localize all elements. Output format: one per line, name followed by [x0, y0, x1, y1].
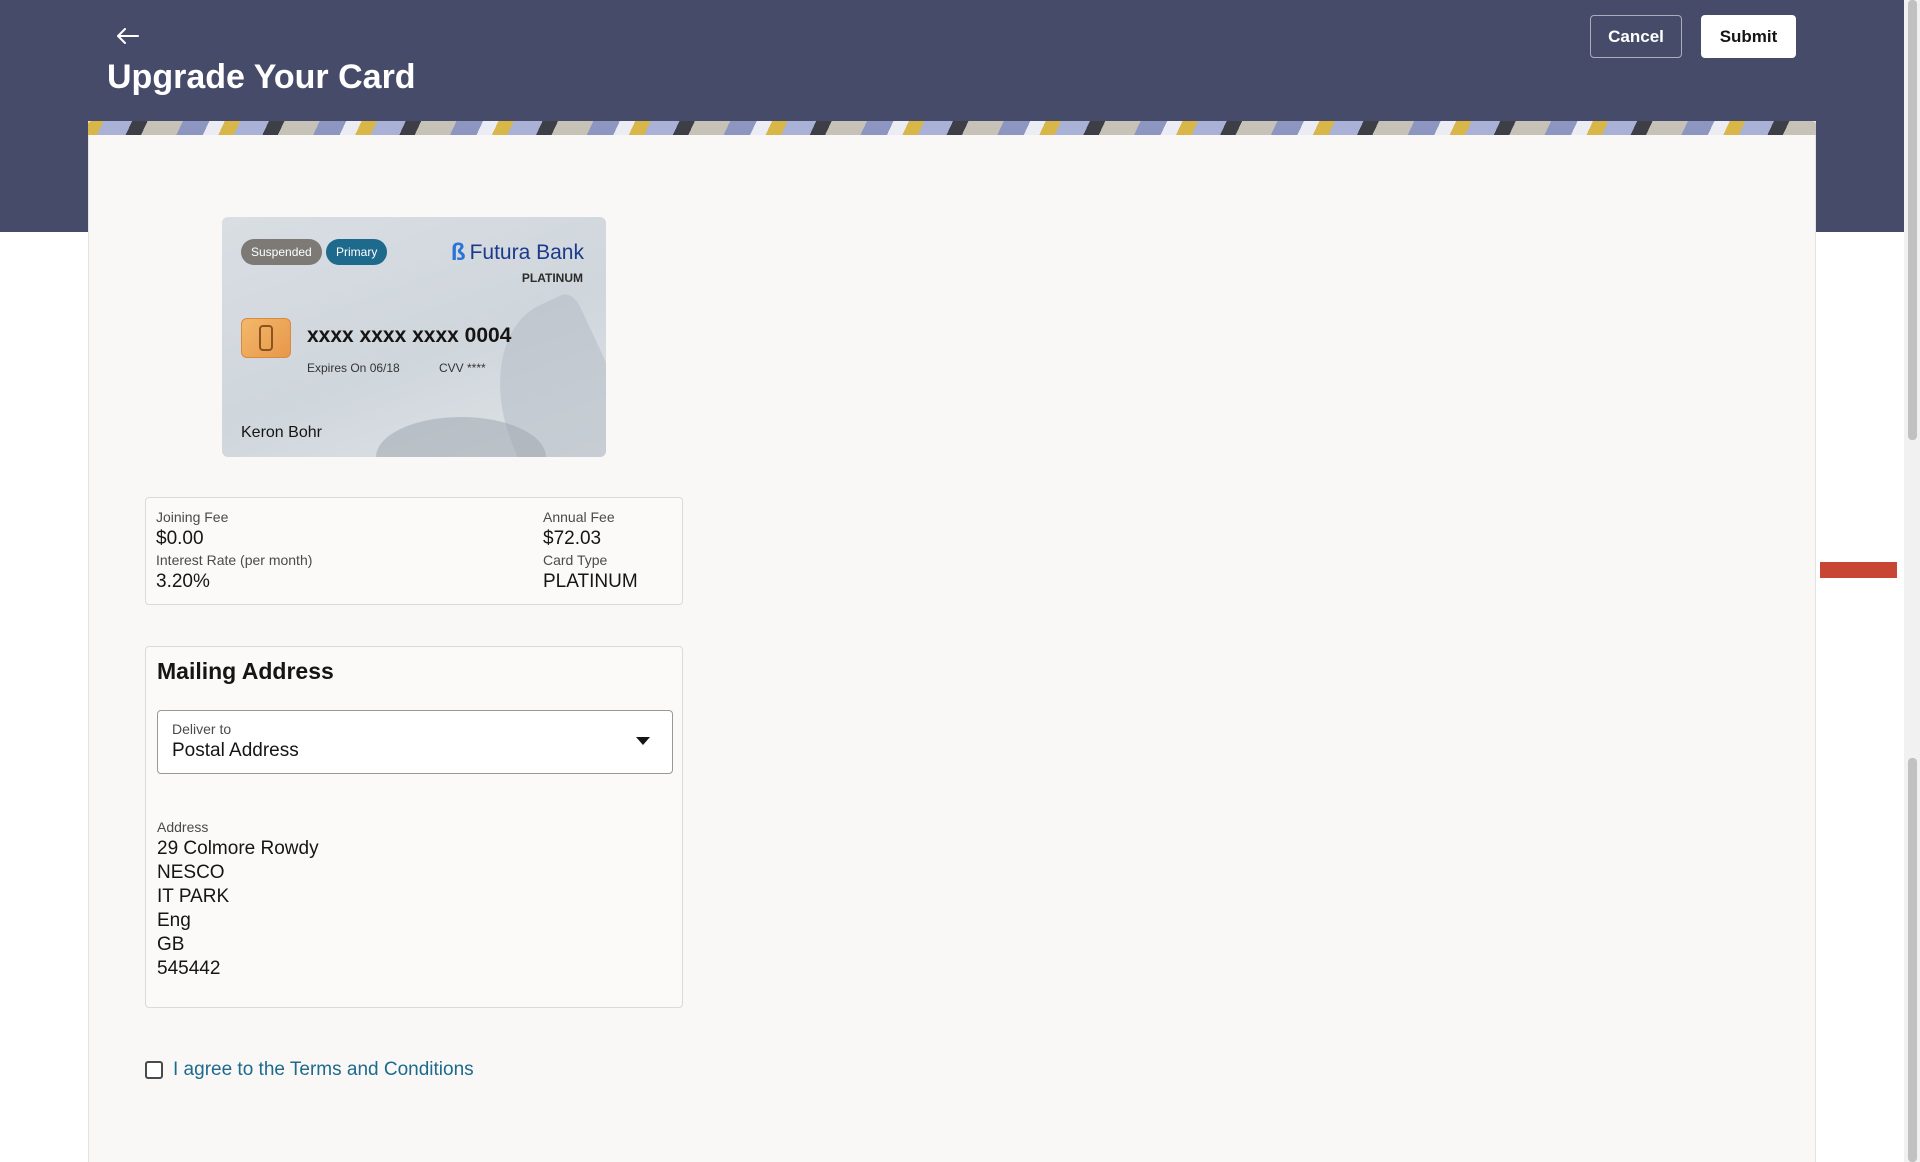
- status-badge: Suspended: [241, 239, 322, 265]
- joining-fee-label: Joining Fee: [156, 509, 229, 525]
- interest-rate-value: 3.20%: [156, 571, 210, 592]
- joining-fee-value: $0.00: [156, 528, 204, 549]
- address-label: Address: [157, 819, 209, 835]
- terms-link[interactable]: I agree to the Terms and Conditions: [173, 1059, 474, 1081]
- decorative-banner: [88, 121, 1816, 135]
- address-line: 545442: [157, 958, 221, 979]
- deliver-to-value: Postal Address: [172, 740, 299, 761]
- terms-agreement[interactable]: I agree to the Terms and Conditions: [145, 1059, 474, 1081]
- scrollbar-thumb[interactable]: [1908, 758, 1917, 1162]
- back-button[interactable]: [112, 20, 144, 52]
- address-line: IT PARK: [157, 886, 230, 907]
- terms-checkbox[interactable]: [145, 1061, 163, 1079]
- address-line: 29 Colmore Rowdy: [157, 838, 319, 859]
- chevron-down-icon: [636, 737, 650, 745]
- page-title: Upgrade Your Card: [107, 58, 416, 96]
- fee-details: Joining Fee $0.00 Interest Rate (per mon…: [145, 497, 683, 605]
- scrollbar-thumb[interactable]: [1908, 0, 1917, 440]
- bank-name: Futura Bank: [469, 241, 584, 264]
- card-expiry: Expires On 06/18: [307, 361, 400, 375]
- address-line: GB: [157, 934, 185, 955]
- card-chip-icon: [241, 318, 291, 358]
- interest-rate-label: Interest Rate (per month): [156, 552, 313, 568]
- annual-fee-value: $72.03: [543, 528, 602, 549]
- bank-logo: ß Futura Bank: [451, 239, 584, 267]
- deliver-to-label: Deliver to: [172, 721, 232, 737]
- card-cvv: CVV ****: [439, 361, 486, 375]
- submit-button[interactable]: Submit: [1701, 15, 1796, 58]
- feedback-tab[interactable]: [1820, 562, 1897, 578]
- annual-fee-label: Annual Fee: [543, 509, 615, 525]
- page-scrollbar[interactable]: [1904, 0, 1920, 1162]
- card-tier: PLATINUM: [521, 271, 583, 285]
- card-holder-name: Keron Bohr: [241, 424, 322, 441]
- address-line: Eng: [157, 910, 191, 931]
- deliver-to-select[interactable]: Deliver to Postal Address: [157, 710, 673, 774]
- mailing-address-section: Mailing Address Deliver to Postal Addres…: [145, 646, 683, 1008]
- arrow-left-icon: [117, 28, 139, 44]
- cancel-button[interactable]: Cancel: [1590, 15, 1682, 58]
- card-type-label: Card Type: [543, 552, 608, 568]
- bank-logo-icon: ß: [450, 239, 466, 266]
- primary-badge: Primary: [326, 239, 388, 265]
- credit-card: Suspended Primary ß Futura Bank PLATINUM…: [222, 217, 606, 457]
- card-number: xxxx xxxx xxxx 0004: [307, 324, 512, 347]
- card-type-value: PLATINUM: [543, 571, 638, 592]
- address-block: 29 Colmore Rowdy NESCO IT PARK Eng GB 54…: [157, 837, 319, 981]
- mailing-address-title: Mailing Address: [157, 658, 334, 684]
- address-line: NESCO: [157, 862, 225, 883]
